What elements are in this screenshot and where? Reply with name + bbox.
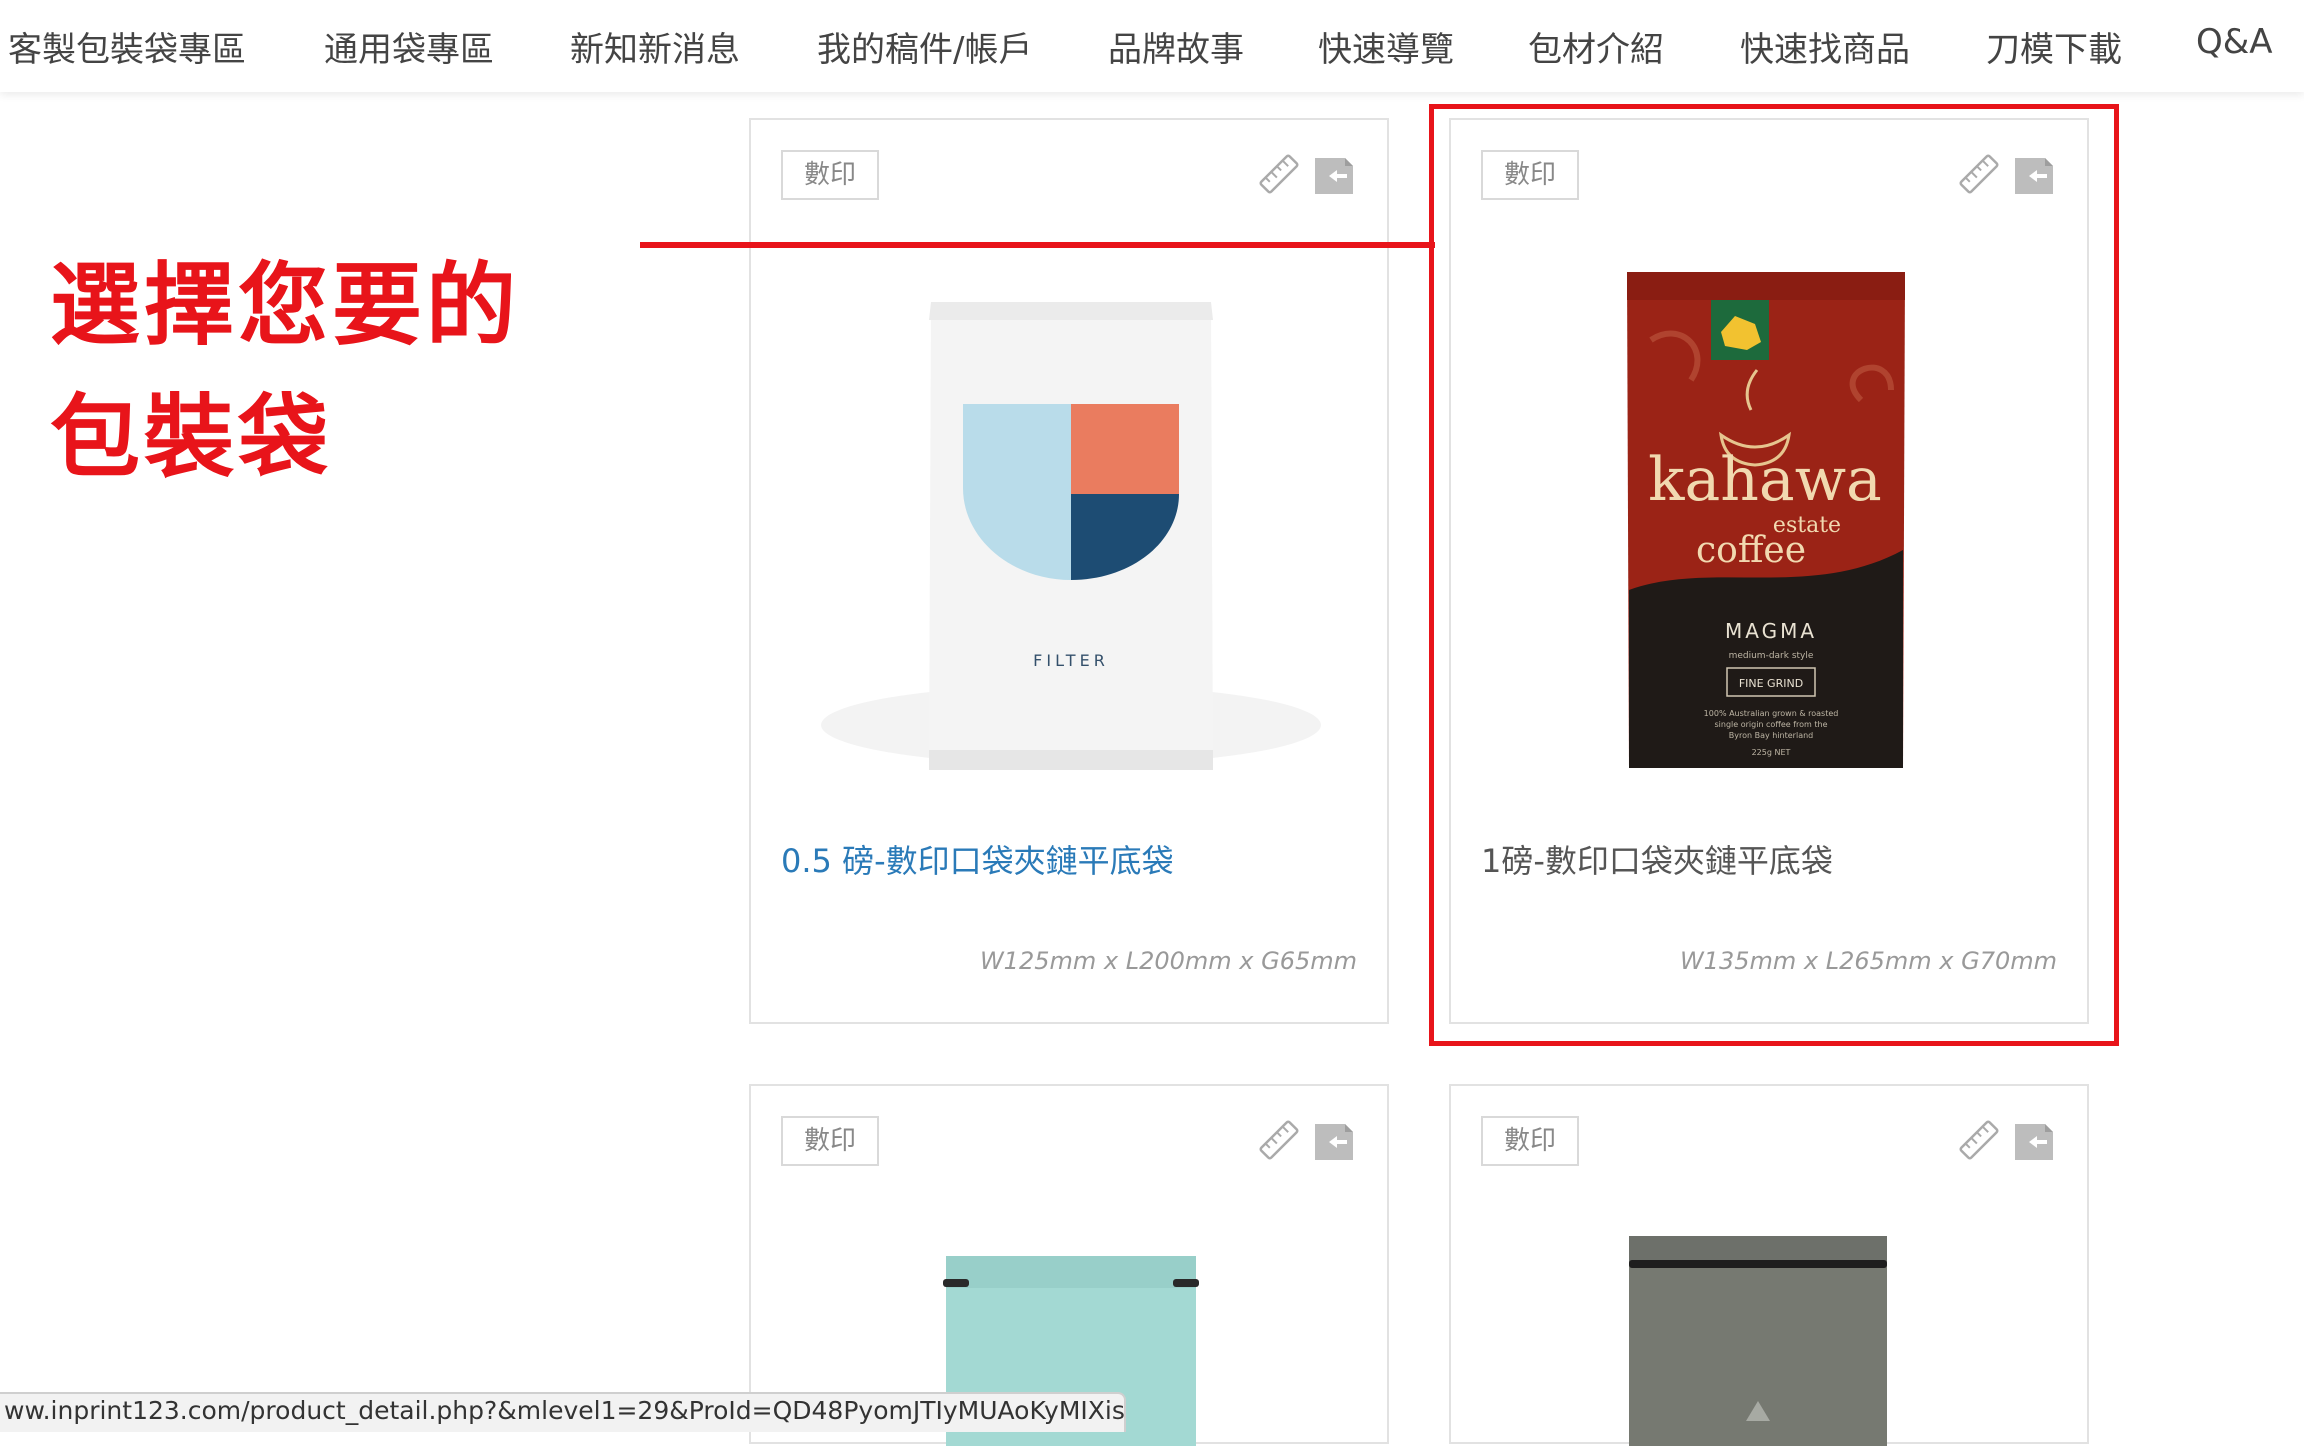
digital-print-tag: 數印 (1481, 1116, 1579, 1166)
annotation-line-1: 選擇您要的 (50, 253, 520, 358)
nav-materials[interactable]: 包材介紹 (1528, 22, 1664, 71)
digital-print-tag: 數印 (781, 150, 879, 200)
ruler-icon[interactable] (1255, 1116, 1303, 1164)
product-title-link[interactable]: 0.5 磅-數印口袋夾鏈平底袋 (781, 836, 1174, 882)
bag-quote-icon[interactable] (1309, 150, 1357, 198)
status-bar-url: ww.inprint123.com/product_detail.php?&ml… (0, 1392, 1126, 1432)
top-nav: 客製包裝袋專區 通用袋專區 新知新消息 我的稿件/帳戶 品牌故事 快速導覽 包材… (0, 0, 2304, 92)
nav-news[interactable]: 新知新消息 (570, 22, 740, 71)
nav-die-download[interactable]: 刀模下載 (1986, 22, 2122, 71)
nav-brand-story[interactable]: 品牌故事 (1108, 22, 1244, 71)
nav-general-bags[interactable]: 通用袋專區 (324, 22, 494, 71)
bag-quote-icon[interactable] (1309, 1116, 1357, 1164)
digital-print-tag: 數印 (781, 1116, 879, 1166)
ruler-icon[interactable] (1255, 150, 1303, 198)
product-card[interactable]: 數印 (749, 1084, 1389, 1446)
nav-quick-tour[interactable]: 快速導覽 (1318, 22, 1454, 71)
product-image[interactable]: FILTER (751, 280, 1391, 780)
product-card[interactable]: 數印 FILTER 0.5 磅-數印口袋夾鏈平底袋 W125mm x L200m… (749, 118, 1389, 1024)
ruler-icon[interactable] (1955, 1116, 2003, 1164)
nav-my-account[interactable]: 我的稿件/帳戶 (817, 22, 1032, 71)
bag-quote-icon[interactable] (2009, 1116, 2057, 1164)
product-image[interactable] (1451, 1226, 2091, 1446)
annotation-highlight-box (1429, 104, 2119, 1046)
product-size: W125mm x L200mm x G65mm (979, 947, 1357, 975)
nav-find-product[interactable]: 快速找商品 (1740, 22, 1910, 71)
bag-label-text: FILTER (1033, 651, 1109, 670)
annotation-pointer-line (640, 242, 1435, 248)
product-card[interactable]: 數印 (1449, 1084, 2091, 1446)
annotation-line-2: 包裝袋 (50, 385, 332, 490)
annotation-text: 選擇您要的 包裝袋 (50, 240, 520, 504)
nav-custom-bags[interactable]: 客製包裝袋專區 (8, 22, 246, 71)
nav-qa[interactable]: Q&A (2196, 22, 2273, 62)
